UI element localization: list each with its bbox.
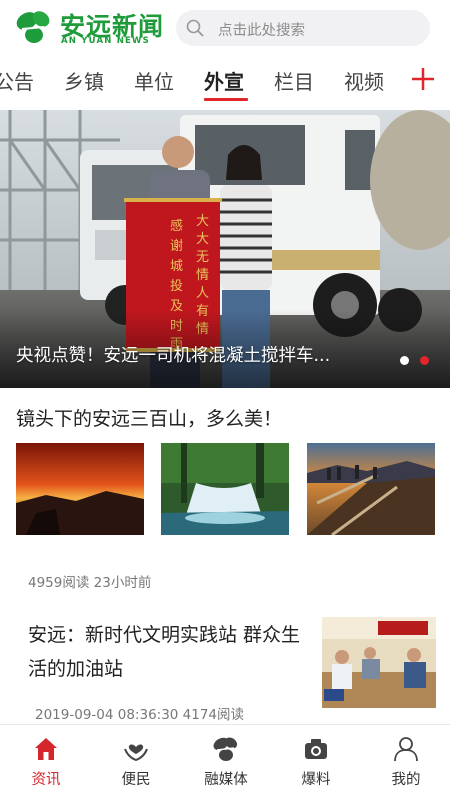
article-image-sunset[interactable] xyxy=(16,443,144,535)
svg-text:大: 大 xyxy=(196,232,209,247)
nav-label: 资讯 xyxy=(31,772,61,788)
article-image-station[interactable] xyxy=(322,617,436,708)
nav-media[interactable]: 融媒体 xyxy=(186,725,266,800)
svg-text:城: 城 xyxy=(170,259,183,274)
nav-label: 便民 xyxy=(121,772,151,788)
tab-unit[interactable]: 单位 xyxy=(134,66,174,95)
logo-subtitle: AN YUAN NEWS xyxy=(61,36,150,46)
nav-services[interactable]: 便民 xyxy=(96,725,176,800)
carousel-dots xyxy=(400,356,436,366)
boardwalk-photo xyxy=(307,443,435,535)
station-photo xyxy=(322,617,436,708)
article-meta: 4959阅读 23小时前 xyxy=(28,575,152,591)
tab-video[interactable]: 视频 xyxy=(344,66,384,95)
search-placeholder: 点击此处搜索 xyxy=(218,23,305,39)
sunset-photo xyxy=(16,443,144,535)
carousel-dot-1[interactable] xyxy=(400,356,409,365)
svg-text:感: 感 xyxy=(170,218,183,234)
hero-caption[interactable]: 央视点赞！安远一司机将混凝土搅拌车... xyxy=(16,342,330,367)
article-image-waterfall[interactable] xyxy=(161,443,289,535)
tab-notice[interactable]: 公告 xyxy=(0,66,34,95)
nav-label: 融媒体 xyxy=(204,772,248,788)
user-icon xyxy=(394,737,418,762)
article-title[interactable]: 镜头下的安远三百山，多么美！ xyxy=(16,404,282,431)
article-title[interactable]: 安远：新时代文明实践站 群众生活的加油站 xyxy=(28,618,310,686)
camera-icon xyxy=(305,739,327,759)
nav-label: 我的 xyxy=(391,772,421,788)
active-tab-indicator xyxy=(204,98,248,101)
heart-hands-icon xyxy=(124,744,148,762)
waterfall-photo xyxy=(161,443,289,535)
tab-publicity[interactable]: 外宣 xyxy=(204,66,244,95)
svg-text:谢: 谢 xyxy=(170,238,183,254)
logo-mark-icon xyxy=(16,11,50,43)
nav-news[interactable]: 资讯 xyxy=(6,725,86,800)
home-icon xyxy=(35,738,57,760)
article-meta: 2019-09-04 08:36:30 4174阅读 xyxy=(35,707,245,723)
app-logo[interactable]: 安远新闻 AN YUAN NEWS xyxy=(14,6,164,48)
nav-profile[interactable]: 我的 xyxy=(366,725,446,800)
svg-text:情: 情 xyxy=(196,268,209,283)
article-image-boardwalk[interactable] xyxy=(307,443,435,535)
bottom-nav: 资讯 便民 融媒体 爆料 我的 xyxy=(0,724,450,800)
nav-label: 爆料 xyxy=(301,772,331,788)
petal-logo-icon xyxy=(213,737,238,761)
nav-report[interactable]: 爆料 xyxy=(276,725,356,800)
app-header: 安远新闻 AN YUAN NEWS 点击此处搜索 xyxy=(0,0,450,56)
tab-township[interactable]: 乡镇 xyxy=(64,66,104,95)
svg-text:无: 无 xyxy=(196,250,209,265)
plus-icon[interactable] xyxy=(410,66,436,92)
search-bar[interactable]: 点击此处搜索 xyxy=(176,10,430,46)
search-icon xyxy=(186,19,204,37)
svg-text:人: 人 xyxy=(196,286,209,301)
carousel-dot-2[interactable] xyxy=(420,356,429,365)
tab-column[interactable]: 栏目 xyxy=(274,66,314,95)
svg-text:大: 大 xyxy=(196,214,209,229)
svg-text:投: 投 xyxy=(170,278,183,294)
